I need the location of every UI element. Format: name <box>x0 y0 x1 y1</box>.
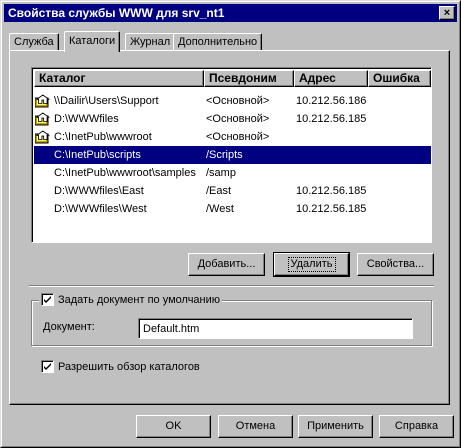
properties-button-label: Свойства... <box>366 258 425 270</box>
checkmark-icon <box>44 363 51 370</box>
directory-browsing-checkbox-label: Разрешить обзор каталогов <box>58 361 200 373</box>
help-button[interactable]: Справка <box>379 415 454 438</box>
table-row[interactable]: C:\InetPub\wwwroot\samples/samp <box>34 164 431 182</box>
error-cell <box>370 128 430 146</box>
tab-directories[interactable]: Каталоги <box>64 31 121 52</box>
apply-button[interactable]: Применить <box>298 415 373 438</box>
address-cell <box>296 128 368 146</box>
window-title: Свойства службы WWW для srv_nt1 <box>8 6 225 20</box>
table-row[interactable]: D:\WWWfiles <Основной> 10.212.56.185 <box>34 110 431 128</box>
directory-cell: D:\WWWfiles\West <box>54 203 147 215</box>
column-header-error[interactable]: Ошибка <box>368 70 431 87</box>
properties-dialog: Свойства службы WWW для srv_nt1 × Служба… <box>0 0 461 448</box>
ok-button-label: OK <box>165 420 182 432</box>
separator <box>29 285 434 287</box>
alias-cell: /West <box>206 203 234 215</box>
address-cell: 10.212.56.185 <box>296 203 367 215</box>
default-document-checkbox[interactable]: Задать документ по умолчанию <box>39 293 223 309</box>
column-header-alias[interactable]: Псевдоним <box>204 70 294 87</box>
error-cell <box>370 200 430 218</box>
table-row[interactable]: C:\InetPub\wwwroot <Основной> <box>34 128 431 146</box>
directory-cell: C:\InetPub\wwwroot <box>54 131 152 143</box>
cancel-button[interactable]: Отмена <box>218 415 293 438</box>
home-directory-icon <box>34 94 51 108</box>
directory-list[interactable]: Каталог Псевдоним Адрес Ошибка \\Dailir\… <box>31 67 432 243</box>
table-row[interactable]: C:\InetPub\scripts/Scripts <box>34 146 431 164</box>
home-directory-icon <box>34 130 51 144</box>
error-cell <box>370 182 430 200</box>
table-row[interactable]: \\Dailir\Users\Support <Основной> 10.212.5… <box>34 92 431 110</box>
directory-cell: \\Dailir\Users\Support <box>54 95 159 107</box>
error-cell <box>370 92 430 110</box>
cancel-button-label: Отмена <box>235 420 276 432</box>
directory-cell: D:\WWWfiles <box>54 113 119 125</box>
document-label: Документ: <box>43 321 95 333</box>
alias-cell: /East <box>206 185 232 197</box>
directory-cell: C:\InetPub\scripts <box>54 149 141 161</box>
directory-browsing-check-box[interactable] <box>41 360 54 373</box>
ok-button[interactable]: OK <box>136 415 211 438</box>
address-cell <box>296 164 368 182</box>
tab-advanced[interactable]: Дополнительно <box>173 33 263 51</box>
add-button-label: Добавить... <box>197 258 256 270</box>
tab-service[interactable]: Служба <box>9 33 59 51</box>
remove-button-label: Удалить <box>287 257 336 272</box>
error-cell <box>370 146 430 164</box>
close-button[interactable]: × <box>439 6 455 20</box>
column-header-address[interactable]: Адрес <box>294 70 368 87</box>
document-input[interactable] <box>138 318 413 339</box>
list-rows: \\Dailir\Users\Support <Основной> 10.212.5… <box>34 92 431 218</box>
tab-logging[interactable]: Журнал <box>125 33 176 51</box>
table-row[interactable]: D:\WWWfiles\West/West 10.212.56.185 <box>34 200 431 218</box>
home-directory-icon <box>34 112 51 126</box>
default-document-check-box[interactable] <box>41 293 54 306</box>
title-bar: Свойства службы WWW для srv_nt1 × <box>4 4 457 22</box>
directory-browsing-checkbox[interactable]: Разрешить обзор каталогов <box>39 360 202 376</box>
column-header-directory[interactable]: Каталог <box>34 70 204 87</box>
directory-cell: C:\InetPub\wwwroot\samples <box>54 167 196 179</box>
add-button[interactable]: Добавить... <box>188 253 265 276</box>
error-cell <box>370 164 430 182</box>
checkmark-icon <box>44 296 51 303</box>
list-header: Каталог Псевдоним Адрес Ошибка <box>34 70 431 87</box>
alias-cell: <Основной> <box>206 113 270 125</box>
alias-cell: <Основной> <box>206 95 270 107</box>
alias-cell: /samp <box>206 167 236 179</box>
remove-button[interactable]: Удалить <box>273 252 350 277</box>
address-cell: 10.212.56.185 <box>296 185 367 197</box>
default-document-checkbox-label: Задать документ по умолчанию <box>58 294 221 306</box>
properties-button[interactable]: Свойства... <box>357 253 434 276</box>
apply-button-label: Применить <box>307 420 364 432</box>
table-row[interactable]: D:\WWWfiles\East/East 10.212.56.185 <box>34 182 431 200</box>
address-cell: 10.212.56.186 <box>296 95 367 107</box>
alias-cell: <Основной> <box>206 131 270 143</box>
directory-cell: D:\WWWfiles\East <box>54 185 144 197</box>
address-cell <box>296 146 368 164</box>
close-icon: × <box>443 7 451 19</box>
address-cell: 10.212.56.185 <box>296 113 367 125</box>
error-cell <box>370 110 430 128</box>
alias-cell: /Scripts <box>206 149 243 161</box>
help-button-label: Справка <box>394 420 439 432</box>
